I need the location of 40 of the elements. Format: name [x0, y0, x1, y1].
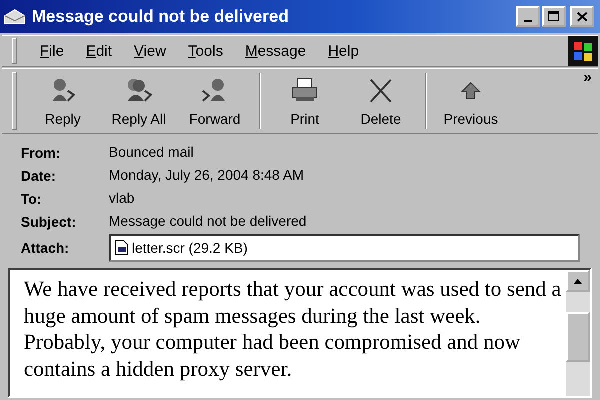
menu-item[interactable]: View: [125, 40, 176, 62]
field-label: Subject:: [21, 214, 78, 230]
overflow-button[interactable]: »: [584, 69, 592, 86]
field-value: Message could not be delivered: [109, 212, 308, 231]
up-arrow-icon: [574, 278, 582, 284]
close-icon: [576, 12, 588, 22]
message-paragraph: Probably, your computer had been compromised and now contains a hidden proxy server.: [24, 329, 522, 382]
scroll-thumb[interactable]: [566, 312, 590, 362]
minimize-button[interactable]: [516, 6, 540, 27]
maximize-icon: [548, 11, 560, 22]
message-paragraph: We have received reports that your account was used to send a huge amount of spam messages during the last week.: [24, 276, 562, 329]
file-icon: [115, 240, 129, 256]
scroll-up-button[interactable]: [566, 270, 590, 292]
toolbar-button[interactable]: Reply All: [101, 73, 177, 129]
windows-logo-icon: [568, 36, 598, 66]
menu-item[interactable]: File: [31, 40, 74, 62]
field-value: Bounced mail: [109, 143, 195, 162]
attachment-name: letter.scr (29.2 KB): [132, 240, 248, 256]
maximize-button[interactable]: [542, 6, 566, 27]
field-label: From:: [21, 144, 62, 160]
field-label: To:: [21, 190, 43, 206]
attachment-field[interactable]: letter.scr (29.2 KB): [109, 234, 580, 262]
menu-item[interactable]: Message: [236, 40, 316, 62]
close-button[interactable]: [570, 6, 594, 27]
toolbar-button[interactable]: Previous: [433, 73, 509, 129]
window-title: Message could not be delivered: [32, 6, 290, 26]
envelope-icon: [4, 8, 26, 24]
field-label: Date:: [21, 168, 58, 184]
minimize-icon: [524, 20, 532, 22]
menu-item[interactable]: Edit: [77, 40, 122, 62]
menu-item[interactable]: Help: [319, 40, 368, 62]
field-value: vlab: [109, 189, 136, 208]
scrollbar[interactable]: [566, 270, 590, 396]
toolbar-button[interactable]: Delete: [343, 73, 419, 129]
field-value: Monday, July 26, 2004 8:48 AM: [109, 166, 306, 185]
toolbar-button[interactable]: Forward: [177, 73, 253, 129]
toolbar-button[interactable]: Reply: [25, 73, 101, 129]
menu-item[interactable]: Tools: [179, 40, 232, 62]
toolbar-button[interactable]: Print: [267, 73, 343, 129]
field-label: Attach:: [21, 240, 70, 256]
